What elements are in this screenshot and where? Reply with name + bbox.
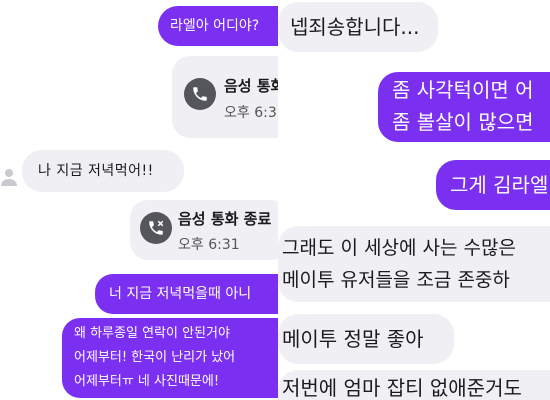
sent-message: 라엘아 어디야?: [158, 6, 280, 46]
call-time: 오후 6:31: [224, 105, 280, 121]
message-line: 좀 사각턱이면 어: [392, 78, 534, 102]
voice-call-card[interactable]: 음성 통화 오후 6:31: [172, 56, 280, 138]
person-icon[interactable]: [0, 166, 18, 188]
phone-icon: [184, 78, 216, 110]
received-message: 저번에 엄마 잡티 없애준거도: [278, 370, 550, 400]
left-chat-screenshot: 라엘아 어디야? 음성 통화 오후 6:31 나 지금 저녁먹어!! 음성 통화…: [0, 0, 280, 400]
call-title: 음성 통화: [224, 77, 280, 95]
message-line: 메이투 유저들을 조금 존중하: [282, 269, 510, 291]
call-title: 음성 통화 종료: [178, 210, 272, 228]
message-line: 그래도 이 세상에 사는 수많은: [282, 237, 516, 259]
sent-message: 그게 김라엘: [436, 160, 550, 210]
message-line: 좀 볼살이 많으면: [392, 110, 534, 134]
sent-message-multiline: 왜 하루종일 연락이 안된거야 어제부터! 한국이 난리가 났어 어제부터ㅠ 네…: [62, 318, 280, 398]
sent-message-multiline: 좀 사각턱이면 어 좀 볼살이 많으면: [378, 72, 550, 142]
message-line: 왜 하루종일 연락이 안된거야: [74, 326, 230, 341]
message-line: 어제부터! 한국이 난리가 났어: [74, 350, 236, 365]
right-chat-screenshot: 넵죄송합니다... 좀 사각턱이면 어 좀 볼살이 많으면 그게 김라엘 그래도…: [278, 0, 550, 400]
sent-message: 너 지금 저녁먹을때 아니: [95, 274, 280, 314]
received-message: 메이투 정말 좋아: [278, 314, 454, 364]
phone-missed-icon: [140, 212, 172, 244]
received-message-multiline: 그래도 이 세상에 사는 수많은 메이투 유저들을 조금 존중하: [278, 226, 550, 302]
message-line: 어제부터ㅠ 네 사진때문에!: [74, 374, 220, 389]
received-message: 넵죄송합니다...: [278, 2, 438, 52]
voice-call-ended-card[interactable]: 음성 통화 종료 오후 6:31: [130, 200, 280, 260]
call-time: 오후 6:31: [178, 237, 240, 253]
received-message: 나 지금 저녁먹어!!: [22, 150, 184, 192]
